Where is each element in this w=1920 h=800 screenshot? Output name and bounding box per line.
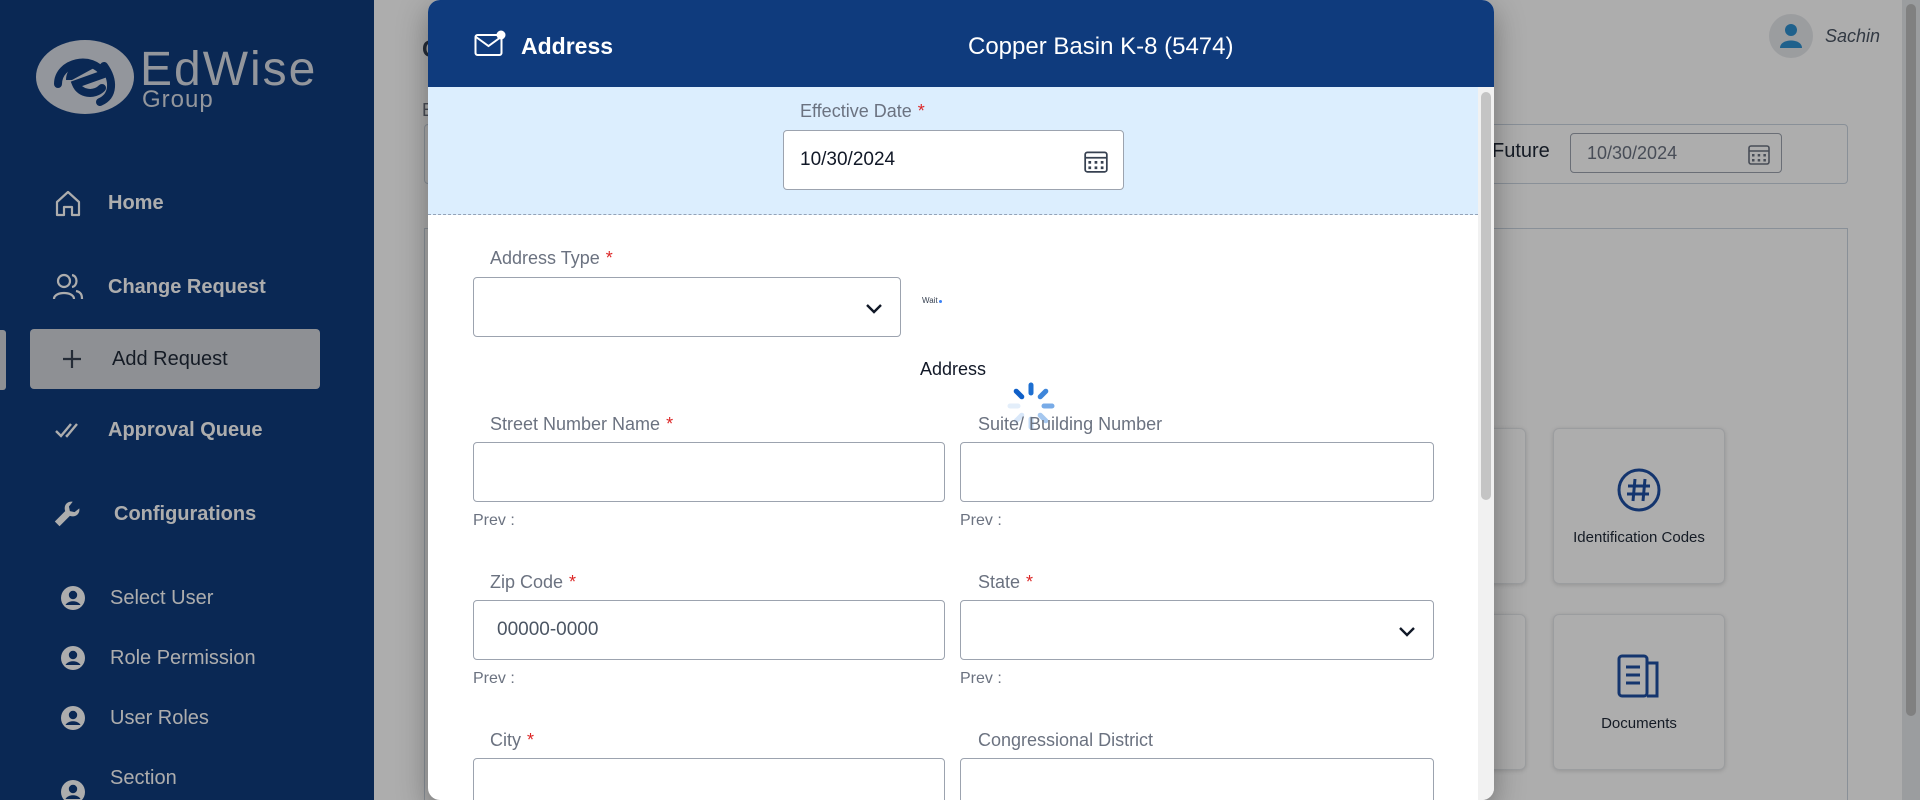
required-asterisk: *	[605, 248, 613, 268]
address-type-label-text: Address Type	[490, 248, 600, 268]
state-label: State *	[978, 572, 1033, 593]
congressional-label: Congressional District	[978, 730, 1153, 751]
school-name: Copper Basin K-8 (5474)	[968, 33, 1234, 60]
required-asterisk: *	[569, 572, 577, 592]
street-input[interactable]	[473, 442, 945, 502]
street-label-text: Street Number Name	[490, 414, 661, 434]
suite-input[interactable]	[960, 442, 1434, 502]
zip-input[interactable]: 00000-0000	[473, 600, 945, 660]
effective-date-label: Effective Date *	[800, 101, 925, 122]
modal-scrollbar-thumb[interactable]	[1481, 92, 1491, 500]
zip-label-text: Zip Code	[490, 572, 564, 592]
effective-date-label-text: Effective Date	[800, 101, 912, 121]
wait-text: Wait	[922, 296, 938, 305]
required-asterisk: *	[666, 414, 674, 434]
mail-icon	[474, 30, 506, 63]
suite-prev: Prev :	[960, 512, 1002, 529]
chevron-down-icon	[864, 298, 884, 324]
street-label: Street Number Name *	[490, 414, 673, 435]
address-type-select[interactable]	[473, 277, 901, 337]
state-label-text: State	[978, 572, 1021, 592]
congressional-label-text: Congressional District	[978, 730, 1154, 750]
wait-indicator: Wait	[922, 296, 942, 305]
zip-prev: Prev :	[473, 670, 515, 687]
state-prev: Prev :	[960, 670, 1002, 687]
zip-label: Zip Code *	[490, 572, 576, 593]
wait-dot	[938, 300, 942, 303]
effective-date-input[interactable]: 10/30/2024	[783, 130, 1124, 190]
calendar-icon[interactable]	[1083, 148, 1109, 180]
city-input[interactable]	[473, 758, 945, 800]
modal-header: Address Copper Basin K-8 (5474)	[428, 0, 1494, 87]
address-modal: Address Copper Basin K-8 (5474) Effectiv…	[428, 0, 1494, 800]
suite-label: Suite/ Building Number	[978, 414, 1162, 435]
city-label-text: City	[490, 730, 521, 750]
required-asterisk: *	[917, 101, 925, 121]
section-title: Address	[920, 359, 987, 379]
effective-date-section: Effective Date * 10/30/2024	[428, 87, 1478, 215]
address-type-label: Address Type *	[490, 248, 613, 269]
congressional-input[interactable]	[960, 758, 1434, 800]
modal-body: Effective Date * 10/30/2024 Address Type *	[428, 87, 1478, 800]
chevron-down-icon	[1397, 621, 1417, 647]
required-asterisk: *	[1026, 572, 1034, 592]
effective-date-value: 10/30/2024	[800, 149, 896, 170]
state-select[interactable]	[960, 600, 1434, 660]
suite-label-text: Suite/ Building Number	[978, 414, 1163, 434]
street-prev: Prev :	[473, 512, 515, 529]
city-label: City *	[490, 730, 534, 751]
modal-title: Address	[521, 33, 614, 59]
required-asterisk: *	[527, 730, 535, 750]
app-root: EdWise Group Home Change Request Add Req…	[0, 0, 1920, 800]
zip-placeholder: 00000-0000	[497, 619, 599, 640]
